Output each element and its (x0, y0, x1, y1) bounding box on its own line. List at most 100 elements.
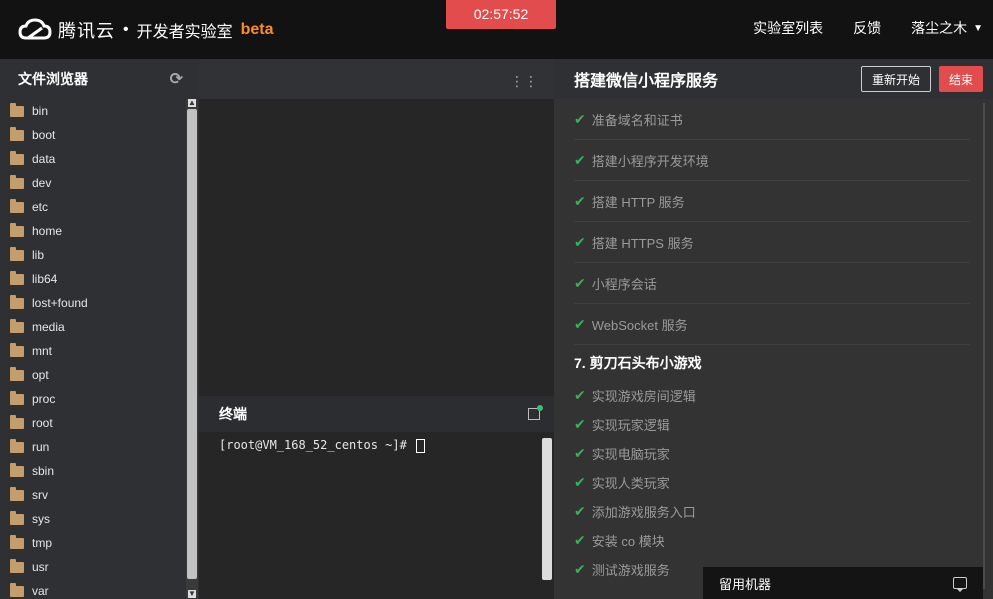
folder-item-root[interactable]: root (0, 411, 186, 435)
substeps-list: ✔ 实现游戏房间逻辑 ✔ 实现玩家逻辑 ✔ 实现电脑玩家 ✔ 实现人类玩家 ✔ 添加游戏服… (574, 381, 970, 584)
folder-item-dev[interactable]: dev (0, 171, 186, 195)
scroll-down-icon[interactable]: ▼ (188, 590, 196, 598)
folder-item-var[interactable]: var (0, 579, 186, 599)
folder-icon (10, 222, 24, 237)
substep[interactable]: ✔ 实现玩家逻辑 (574, 410, 970, 439)
substep[interactable]: ✔ 实现电脑玩家 (574, 439, 970, 468)
brand-text: 腾讯云 (58, 21, 115, 41)
folder-item-data[interactable]: data (0, 147, 186, 171)
check-icon: ✔ (574, 532, 586, 548)
folder-icon (10, 294, 24, 309)
substep[interactable]: ✔ 添加游戏服务入口 (574, 497, 970, 526)
end-button[interactable]: 结束 (938, 66, 983, 92)
folder-icon (10, 438, 24, 453)
folder-item-tmp[interactable]: tmp (0, 531, 186, 555)
folder-icon (10, 486, 24, 501)
guide-panel: 搭建微信小程序服务 重新开始 结束 ✔ 准备域名和证书 ✔ 搭建小程序开发环境 ✔ 搭… (554, 59, 993, 599)
keep-machine-bar[interactable]: 留用机器 (703, 567, 983, 599)
nav-feedback[interactable]: 反馈 (853, 18, 881, 38)
step-done[interactable]: ✔ 搭建 HTTP 服务 (574, 181, 970, 222)
file-browser: 文件浏览器 ⟳ bin boot data dev etc home lib l… (0, 59, 199, 599)
folder-item-sys[interactable]: sys (0, 507, 186, 531)
top-nav: 实验室列表 反馈 落尘之木 ▼ (753, 18, 983, 38)
folder-icon (10, 342, 24, 357)
restart-button[interactable]: 重新开始 (860, 66, 931, 92)
chat-icon[interactable] (953, 577, 967, 592)
folder-item-sbin[interactable]: sbin (0, 459, 186, 483)
folder-icon (10, 174, 24, 189)
folder-item-srv[interactable]: srv (0, 483, 186, 507)
terminal[interactable]: [root@VM_168_52_centos ~]# (199, 432, 554, 599)
folder-item-lib64[interactable]: lib64 (0, 267, 186, 291)
steps-list: ✔ 准备域名和证书 ✔ 搭建小程序开发环境 ✔ 搭建 HTTP 服务 ✔ 搭建 HTTP… (574, 99, 970, 584)
terminal-status-icon[interactable] (528, 405, 543, 420)
check-icon: ✔ (574, 387, 586, 403)
scroll-thumb[interactable] (187, 109, 197, 579)
substep[interactable]: ✔ 实现游戏房间逻辑 (574, 381, 970, 410)
folder-icon (10, 414, 24, 429)
folder-item-media[interactable]: media (0, 315, 186, 339)
substep[interactable]: ✔ 实现人类玩家 (574, 468, 970, 497)
check-icon: ✔ (574, 416, 586, 432)
folder-item-lib[interactable]: lib (0, 243, 186, 267)
file-browser-header: 文件浏览器 ⟳ (0, 59, 199, 99)
folder-icon (10, 510, 24, 525)
folder-icon (10, 582, 24, 597)
folder-icon (10, 126, 24, 141)
guide-actions: 重新开始 结束 (860, 66, 983, 92)
folder-item-lost-found[interactable]: lost+found (0, 291, 186, 315)
step-done[interactable]: ✔ 小程序会话 (574, 263, 970, 304)
folder-icon (10, 558, 24, 573)
tencent-cloud-logo[interactable]: 腾讯云 • 开发者实验室 beta (18, 14, 274, 46)
section-title: 7. 剪刀石头布小游戏 (574, 355, 702, 371)
nav-lab-list[interactable]: 实验室列表 (753, 18, 823, 38)
folder-item-mnt[interactable]: mnt (0, 339, 186, 363)
keep-machine-label: 留用机器 (719, 576, 772, 592)
scroll-up-icon[interactable]: ▲ (188, 99, 196, 107)
step-done[interactable]: ✔ 搭建小程序开发环境 (574, 140, 970, 181)
check-icon: ✔ (574, 561, 586, 577)
check-icon: ✔ (574, 445, 586, 461)
check-icon: ✔ (574, 274, 586, 291)
step-done[interactable]: ✔ WebSocket 服务 (574, 304, 970, 345)
folder-item-home[interactable]: home (0, 219, 186, 243)
terminal-scrollbar[interactable] (542, 438, 552, 580)
top-header: 腾讯云 • 开发者实验室 beta 02:57:52 实验室列表 反馈 落尘之木… (0, 0, 993, 59)
folder-icon (10, 246, 24, 261)
check-icon: ✔ (574, 233, 586, 250)
file-list-scrollbar[interactable]: ▲ ▼ (186, 99, 198, 598)
lab-title: 开发者实验室 (136, 24, 233, 41)
file-list: bin boot data dev etc home lib lib64 los… (0, 99, 186, 599)
substep[interactable]: ✔ 安装 co 模块 (574, 526, 970, 555)
refresh-icon[interactable]: ⟳ (170, 69, 183, 89)
folder-icon (10, 318, 24, 333)
check-icon: ✔ (574, 315, 586, 332)
folder-icon (10, 270, 24, 285)
folder-item-opt[interactable]: opt (0, 363, 186, 387)
folder-item-etc[interactable]: etc (0, 195, 186, 219)
folder-icon (10, 390, 24, 405)
countdown-timer: 02:57:52 (446, 0, 556, 29)
terminal-prompt: [root@VM_168_52_centos ~]# (219, 438, 407, 452)
workspace: ⋮⋮ 终端 [root@VM_168_52_centos ~]# (199, 59, 554, 599)
guide-scrollbar[interactable] (983, 103, 985, 589)
grid-menu-icon[interactable]: ⋮⋮ (510, 73, 538, 90)
brand-separator: • (123, 21, 129, 38)
check-icon: ✔ (574, 110, 586, 127)
terminal-cursor (416, 438, 426, 453)
nav-user[interactable]: 落尘之木 ▼ (911, 18, 983, 38)
folder-item-run[interactable]: run (0, 435, 186, 459)
folder-icon (10, 102, 24, 117)
folder-item-boot[interactable]: boot (0, 123, 186, 147)
cloud-icon (18, 18, 52, 40)
folder-item-usr[interactable]: usr (0, 555, 186, 579)
step-done[interactable]: ✔ 搭建 HTTPS 服务 (574, 222, 970, 263)
step-done[interactable]: ✔ 准备域名和证书 (574, 99, 970, 140)
terminal-title: 终端 (219, 406, 247, 422)
guide-title: 搭建微信小程序服务 (574, 73, 719, 90)
folder-item-bin[interactable]: bin (0, 99, 186, 123)
check-icon: ✔ (574, 192, 586, 209)
editor-area[interactable] (199, 99, 554, 396)
folder-item-proc[interactable]: proc (0, 387, 186, 411)
beta-badge: beta (240, 21, 274, 38)
